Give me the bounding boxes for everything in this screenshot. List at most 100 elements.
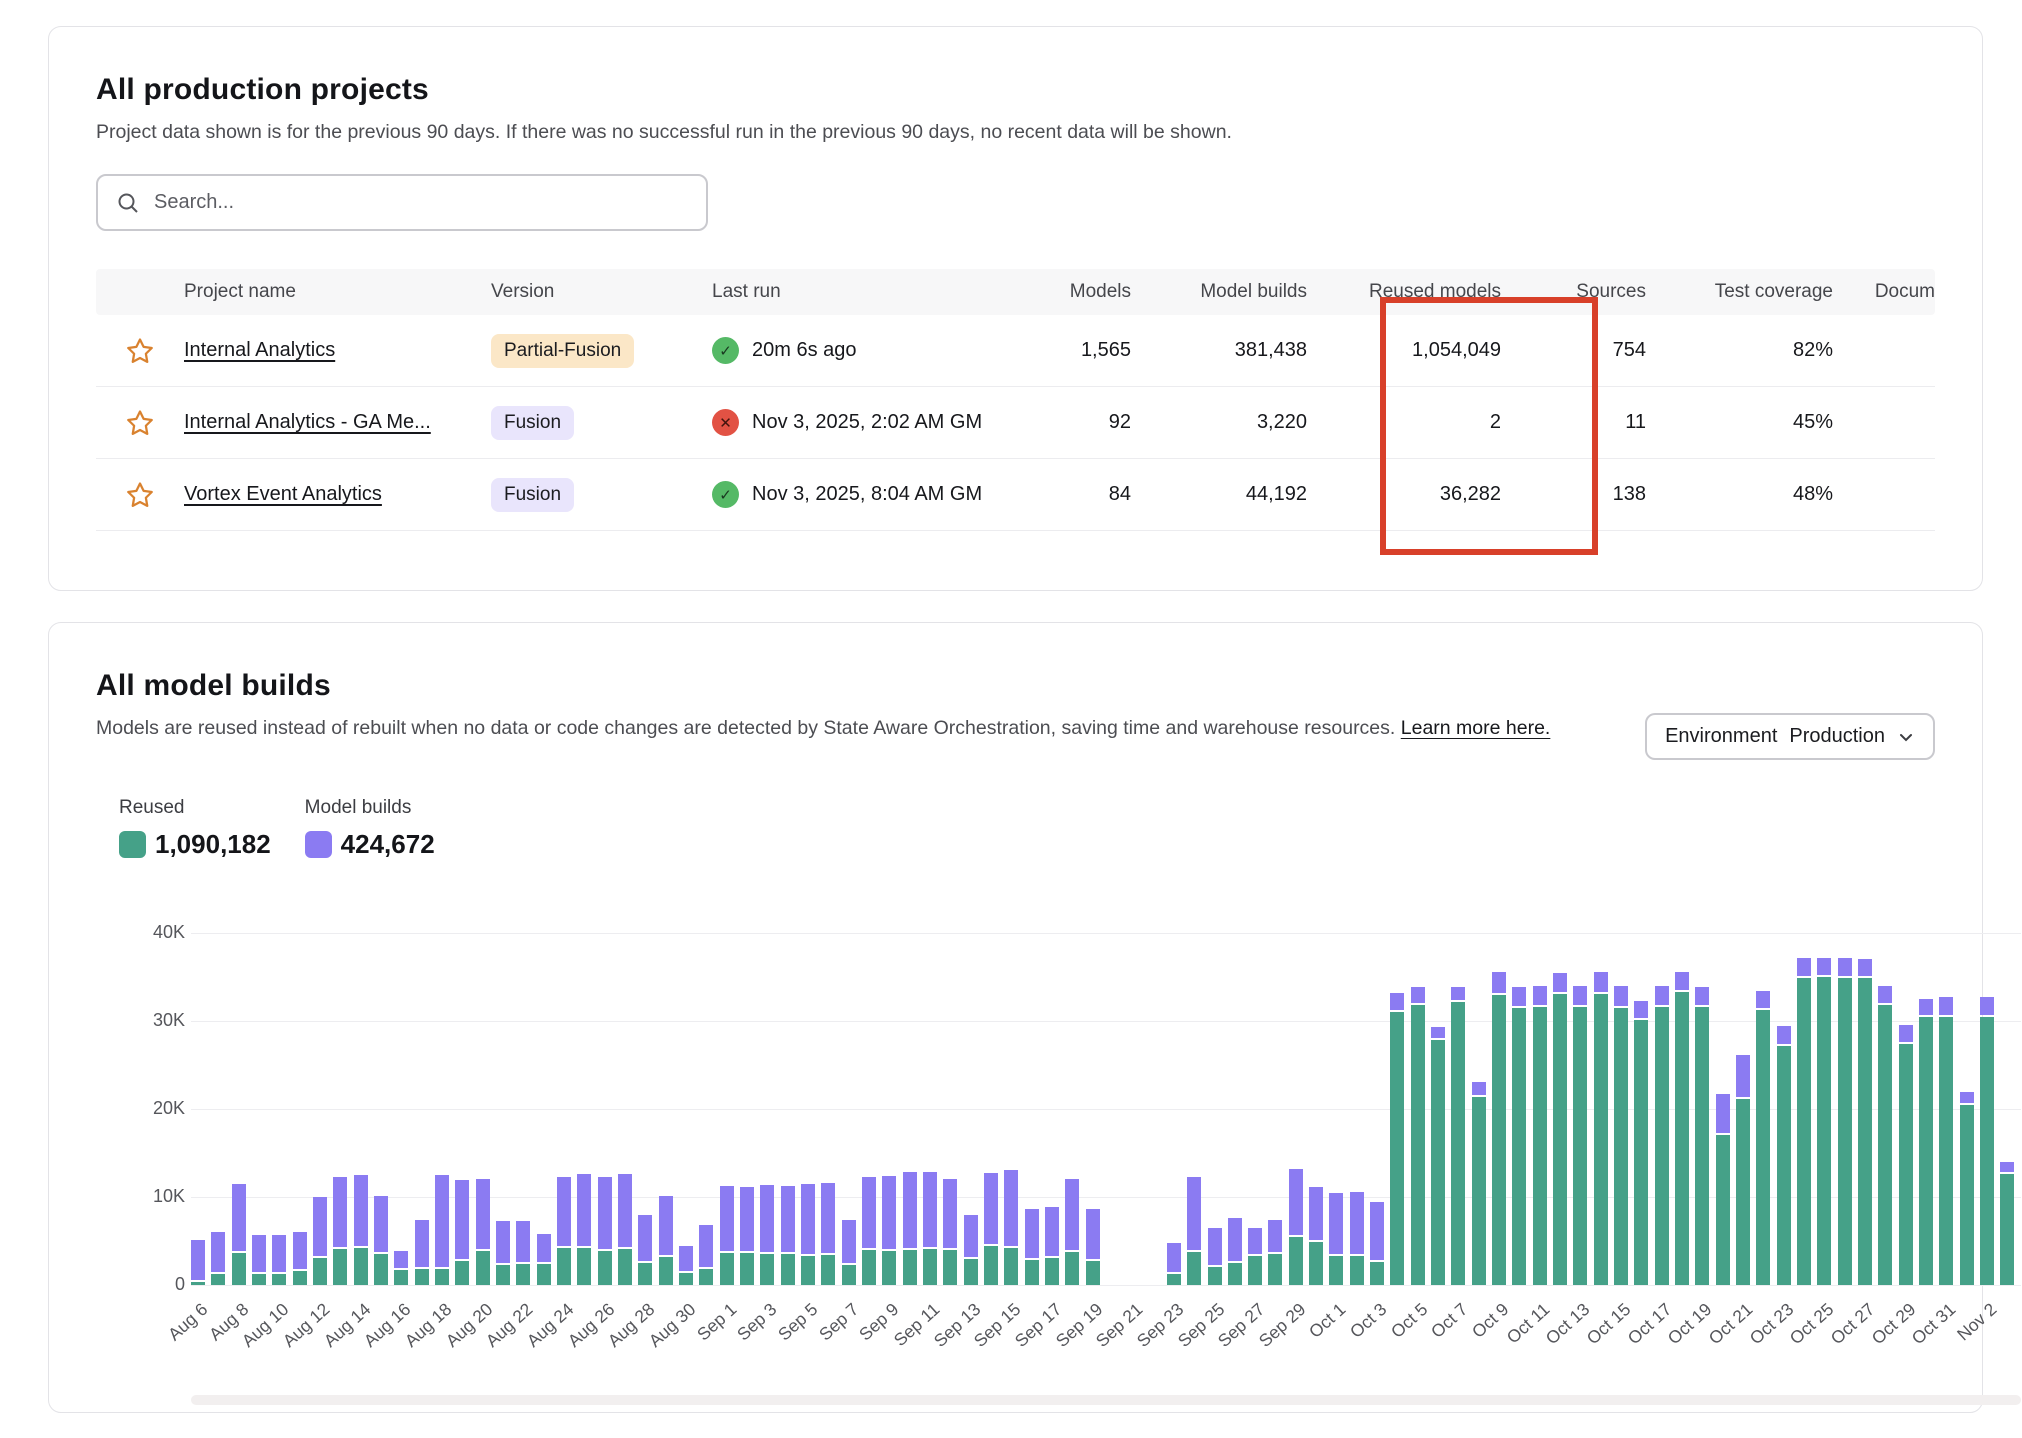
bar-aug-19[interactable] xyxy=(455,933,469,1285)
bar-oct-22[interactable] xyxy=(1756,933,1770,1285)
project-name-link[interactable]: Vortex Event Analytics xyxy=(184,483,382,505)
bar-sep-28[interactable] xyxy=(1268,933,1282,1285)
bar-aug-10[interactable] xyxy=(272,933,286,1285)
bar-sep-2[interactable] xyxy=(740,933,754,1285)
bar-nov-1[interactable] xyxy=(1960,933,1974,1285)
bar-aug-6[interactable] xyxy=(191,933,205,1285)
bar-oct-17[interactable] xyxy=(1655,933,1669,1285)
bar-oct-6[interactable] xyxy=(1431,933,1445,1285)
bar-oct-23[interactable] xyxy=(1777,933,1791,1285)
bar-sep-6[interactable] xyxy=(821,933,835,1285)
bar-nov-3[interactable] xyxy=(2000,933,2014,1285)
favorite-star-button[interactable] xyxy=(125,408,155,438)
bar-oct-11[interactable] xyxy=(1533,933,1547,1285)
bar-aug-28[interactable] xyxy=(638,933,652,1285)
bar-oct-9[interactable] xyxy=(1492,933,1506,1285)
bar-sep-18[interactable] xyxy=(1065,933,1079,1285)
bar-sep-5[interactable] xyxy=(801,933,815,1285)
bar-aug-24[interactable] xyxy=(557,933,571,1285)
bar-aug-17[interactable] xyxy=(415,933,429,1285)
bar-aug-20[interactable] xyxy=(476,933,490,1285)
bar-sep-25[interactable] xyxy=(1208,933,1222,1285)
bar-oct-1[interactable] xyxy=(1329,933,1343,1285)
bar-oct-13[interactable] xyxy=(1573,933,1587,1285)
bar-segment-reused xyxy=(699,1269,713,1285)
bar-oct-14[interactable] xyxy=(1594,933,1608,1285)
bar-oct-26[interactable] xyxy=(1838,933,1852,1285)
search-box[interactable] xyxy=(96,174,708,231)
bar-oct-24[interactable] xyxy=(1797,933,1811,1285)
bar-sep-1[interactable] xyxy=(720,933,734,1285)
bar-oct-16[interactable] xyxy=(1634,933,1648,1285)
bar-sep-30[interactable] xyxy=(1309,933,1323,1285)
bar-aug-15[interactable] xyxy=(374,933,388,1285)
bar-segment-reused xyxy=(232,1253,246,1285)
bar-oct-5[interactable] xyxy=(1411,933,1425,1285)
bar-aug-12[interactable] xyxy=(313,933,327,1285)
bar-nov-2[interactable] xyxy=(1980,933,1994,1285)
bar-oct-7[interactable] xyxy=(1451,933,1465,1285)
bar-oct-25[interactable] xyxy=(1817,933,1831,1285)
bar-oct-20[interactable] xyxy=(1716,933,1730,1285)
bar-aug-30[interactable] xyxy=(679,933,693,1285)
bar-aug-11[interactable] xyxy=(293,933,307,1285)
bar-sep-11[interactable] xyxy=(923,933,937,1285)
bar-oct-18[interactable] xyxy=(1675,933,1689,1285)
bar-sep-23[interactable] xyxy=(1167,933,1181,1285)
bar-aug-26[interactable] xyxy=(598,933,612,1285)
bar-oct-21[interactable] xyxy=(1736,933,1750,1285)
bar-sep-9[interactable] xyxy=(882,933,896,1285)
favorite-star-button[interactable] xyxy=(125,336,155,366)
bar-aug-16[interactable] xyxy=(394,933,408,1285)
bar-sep-29[interactable] xyxy=(1289,933,1303,1285)
bar-aug-21[interactable] xyxy=(496,933,510,1285)
bar-oct-8[interactable] xyxy=(1472,933,1486,1285)
project-name-link[interactable]: Internal Analytics - GA Me... xyxy=(184,411,431,433)
bar-aug-29[interactable] xyxy=(659,933,673,1285)
bar-aug-7[interactable] xyxy=(211,933,225,1285)
favorite-star-button[interactable] xyxy=(125,480,155,510)
bar-sep-7[interactable] xyxy=(842,933,856,1285)
bar-aug-8[interactable] xyxy=(232,933,246,1285)
bar-sep-24[interactable] xyxy=(1187,933,1201,1285)
bar-sep-8[interactable] xyxy=(862,933,876,1285)
bar-aug-22[interactable] xyxy=(516,933,530,1285)
bar-oct-27[interactable] xyxy=(1858,933,1872,1285)
bar-sep-16[interactable] xyxy=(1025,933,1039,1285)
bar-sep-27[interactable] xyxy=(1248,933,1262,1285)
bar-sep-19[interactable] xyxy=(1086,933,1100,1285)
bar-oct-31[interactable] xyxy=(1939,933,1953,1285)
bar-oct-12[interactable] xyxy=(1553,933,1567,1285)
bar-sep-3[interactable] xyxy=(760,933,774,1285)
bar-sep-4[interactable] xyxy=(781,933,795,1285)
bar-aug-23[interactable] xyxy=(537,933,551,1285)
environment-select[interactable]: Environment Production xyxy=(1645,713,1935,760)
bar-sep-17[interactable] xyxy=(1045,933,1059,1285)
chart-scrollbar[interactable] xyxy=(191,1395,2021,1405)
search-input[interactable] xyxy=(154,191,688,214)
bar-oct-10[interactable] xyxy=(1512,933,1526,1285)
bar-sep-12[interactable] xyxy=(943,933,957,1285)
bar-oct-4[interactable] xyxy=(1390,933,1404,1285)
bar-oct-15[interactable] xyxy=(1614,933,1628,1285)
bar-sep-26[interactable] xyxy=(1228,933,1242,1285)
bar-oct-29[interactable] xyxy=(1899,933,1913,1285)
learn-more-link[interactable]: Learn more here. xyxy=(1401,717,1551,739)
bar-sep-13[interactable] xyxy=(964,933,978,1285)
bar-sep-14[interactable] xyxy=(984,933,998,1285)
bar-oct-30[interactable] xyxy=(1919,933,1933,1285)
bar-oct-28[interactable] xyxy=(1878,933,1892,1285)
bar-aug-14[interactable] xyxy=(354,933,368,1285)
bar-aug-31[interactable] xyxy=(699,933,713,1285)
project-name-link[interactable]: Internal Analytics xyxy=(184,339,335,361)
bar-oct-3[interactable] xyxy=(1370,933,1384,1285)
bar-aug-13[interactable] xyxy=(333,933,347,1285)
bar-aug-9[interactable] xyxy=(252,933,266,1285)
bar-aug-27[interactable] xyxy=(618,933,632,1285)
bar-aug-25[interactable] xyxy=(577,933,591,1285)
bar-sep-10[interactable] xyxy=(903,933,917,1285)
bar-sep-15[interactable] xyxy=(1004,933,1018,1285)
bar-oct-19[interactable] xyxy=(1695,933,1709,1285)
bar-aug-18[interactable] xyxy=(435,933,449,1285)
bar-oct-2[interactable] xyxy=(1350,933,1364,1285)
